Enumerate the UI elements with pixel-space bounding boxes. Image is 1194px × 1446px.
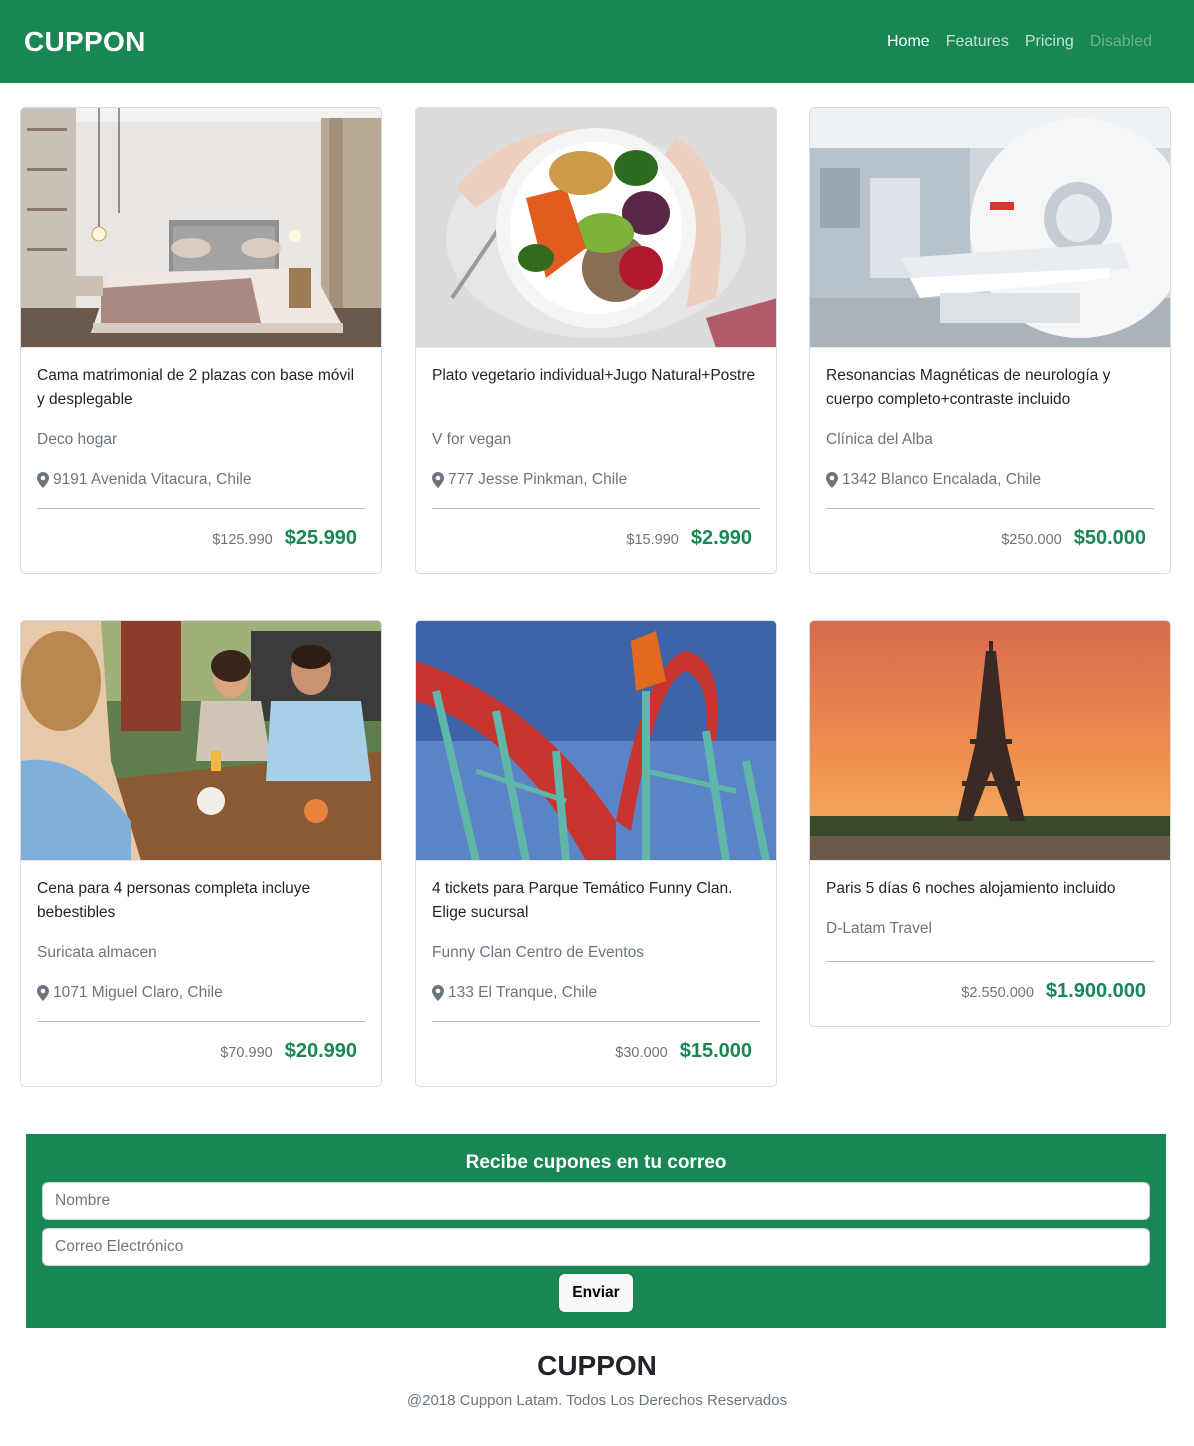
coupon-card[interactable]: Paris 5 días 6 noches alojamiento inclui…	[809, 620, 1171, 1027]
card-address: 777 Jesse Pinkman, Chile	[432, 468, 760, 492]
name-field[interactable]	[42, 1182, 1150, 1220]
price-row: $250.000 $50.000	[826, 509, 1154, 573]
navbar: CUPPON Home Features Pricing Disabled	[0, 0, 1194, 83]
old-price: $15.990	[626, 532, 679, 548]
submit-wrapper: Enviar	[42, 1274, 1150, 1312]
card-merchant: V for vegan	[432, 431, 512, 448]
map-pin-icon	[432, 985, 444, 1001]
card-merchant: Deco hogar	[37, 431, 118, 448]
footer-brand: CUPPON	[537, 1350, 657, 1381]
submit-button[interactable]: Enviar	[559, 1274, 633, 1312]
card-merchant: Clínica del Alba	[826, 431, 933, 448]
card-address-text: 1342 Blanco Encalada, Chile	[842, 471, 1042, 488]
coupon-card[interactable]: Cama matrimonial de 2 plazas con base mó…	[20, 107, 382, 574]
card-address: 1071 Miguel Claro, Chile	[37, 981, 365, 1005]
card-title: Cena para 4 personas completa incluye be…	[37, 880, 311, 921]
price-row: $30.000 $15.000	[432, 1022, 760, 1086]
old-price: $70.990	[220, 1045, 273, 1061]
card-merchant: Funny Clan Centro de Eventos	[432, 944, 644, 961]
rollercoaster-photo[interactable]	[416, 621, 776, 861]
card-address-text: 1071 Miguel Claro, Chile	[53, 984, 223, 1001]
card-address: 9191 Avenida Vitacura, Chile	[37, 468, 365, 492]
footer: CUPPON @2018 Cuppon Latam. Todos Los Der…	[0, 1350, 1194, 1409]
coupon-card[interactable]: Resonancias Magnéticas de neurología y c…	[809, 107, 1171, 574]
coupon-grid: Cama matrimonial de 2 plazas con base mó…	[0, 83, 1194, 1134]
old-price: $30.000	[615, 1045, 668, 1061]
map-pin-icon	[432, 472, 444, 488]
deal-price: $25.990	[284, 527, 357, 549]
deal-price: $1.900.000	[1045, 980, 1146, 1002]
price-row: $15.990 $2.990	[432, 509, 760, 573]
card-address-text: 9191 Avenida Vitacura, Chile	[53, 471, 252, 488]
card-merchant: D-Latam Travel	[826, 920, 932, 937]
card-title: Cama matrimonial de 2 plazas con base mó…	[37, 367, 355, 408]
card-title: Paris 5 días 6 noches alojamiento inclui…	[826, 880, 1116, 897]
card-address: 133 El Tranque, Chile	[432, 981, 760, 1005]
coupon-card[interactable]: Cena para 4 personas completa incluye be…	[20, 620, 382, 1087]
card-merchant: Suricata almacen	[37, 944, 157, 961]
map-pin-icon	[37, 985, 49, 1001]
deal-price: $2.990	[690, 527, 752, 549]
eiffel-tower-photo[interactable]	[810, 621, 1170, 861]
card-address-text: 777 Jesse Pinkman, Chile	[448, 471, 628, 488]
old-price: $2.550.000	[961, 985, 1034, 1001]
brand-logo[interactable]: CUPPON	[24, 26, 146, 58]
nav-pricing-link[interactable]: Pricing	[1017, 33, 1082, 51]
friends-dinner-photo[interactable]	[21, 621, 381, 861]
coupon-card[interactable]: Plato vegetario individual+Jugo Natural+…	[415, 107, 777, 574]
price-row: $2.550.000 $1.900.000	[826, 962, 1154, 1026]
email-field[interactable]	[42, 1228, 1150, 1266]
price-row: $125.990 $25.990	[37, 509, 365, 573]
nav-links: Home Features Pricing Disabled	[879, 33, 1160, 51]
card-address: 1342 Blanco Encalada, Chile	[826, 468, 1154, 492]
map-pin-icon	[37, 472, 49, 488]
newsletter-title: Recibe cupones en tu correo	[465, 1152, 727, 1173]
card-title: Resonancias Magnéticas de neurología y c…	[826, 367, 1111, 408]
bedroom-photo[interactable]	[21, 108, 381, 348]
old-price: $250.000	[1001, 532, 1062, 548]
vegan-bowl-photo[interactable]	[416, 108, 776, 348]
price-row: $70.990 $20.990	[37, 1022, 365, 1086]
deal-price: $20.990	[284, 1040, 357, 1062]
coupon-card[interactable]: 4 tickets para Parque Temático Funny Cla…	[415, 620, 777, 1087]
footer-copyright: @2018 Cuppon Latam. Todos Los Derechos R…	[406, 1392, 788, 1409]
card-address-text: 133 El Tranque, Chile	[448, 984, 598, 1001]
newsletter-section: Recibe cupones en tu correo Enviar	[26, 1134, 1166, 1328]
deal-price: $15.000	[679, 1040, 752, 1062]
mri-scanner-photo[interactable]	[810, 108, 1170, 348]
nav-disabled-link: Disabled	[1089, 32, 1152, 50]
deal-price: $50.000	[1073, 527, 1146, 549]
card-title: 4 tickets para Parque Temático Funny Cla…	[432, 880, 733, 921]
old-price: $125.990	[212, 532, 273, 548]
nav-home-link[interactable]: Home	[879, 33, 938, 51]
nav-features-link[interactable]: Features	[938, 33, 1017, 51]
card-title: Plato vegetario individual+Jugo Natural+…	[432, 367, 756, 384]
map-pin-icon	[826, 472, 838, 488]
